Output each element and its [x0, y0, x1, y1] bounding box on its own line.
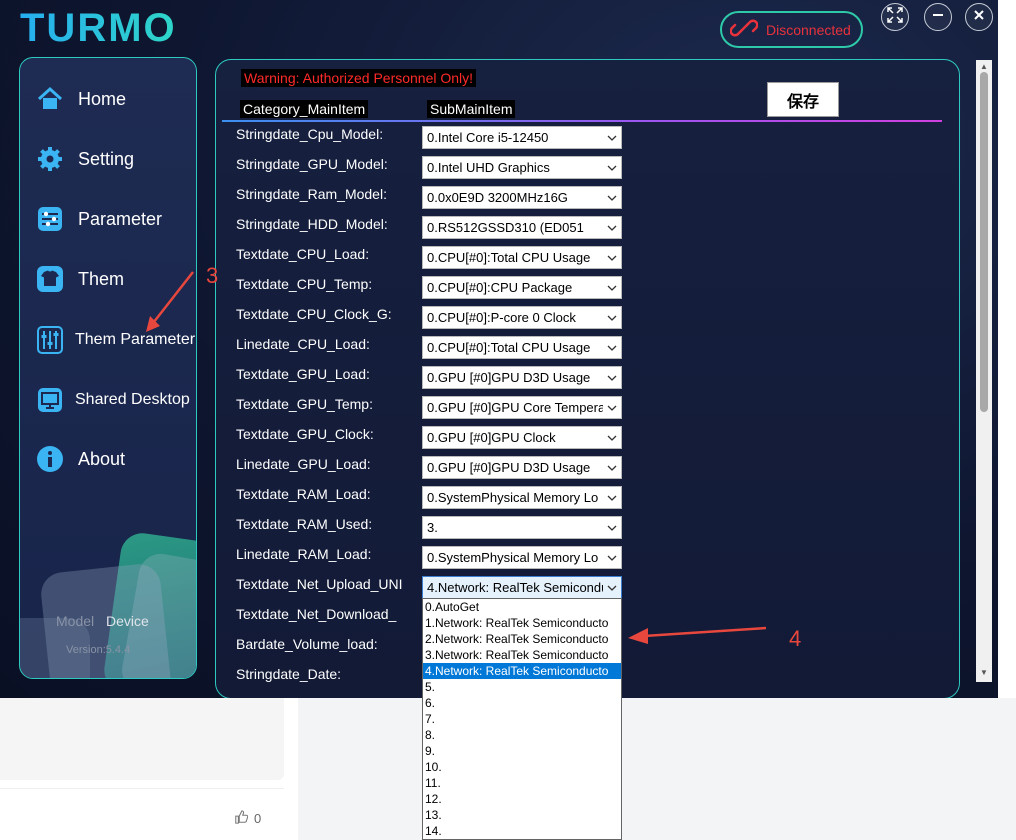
annotation-step-3: 3: [206, 263, 219, 288]
annotation-step-4: 4: [789, 626, 802, 651]
annotation-arrow-4: [628, 626, 767, 644]
annotation-layer: [146, 271, 767, 644]
screen: 0 TURMO Disconnected Home Setting Parame…: [0, 0, 1016, 840]
annotation-arrow-3: [146, 271, 194, 332]
